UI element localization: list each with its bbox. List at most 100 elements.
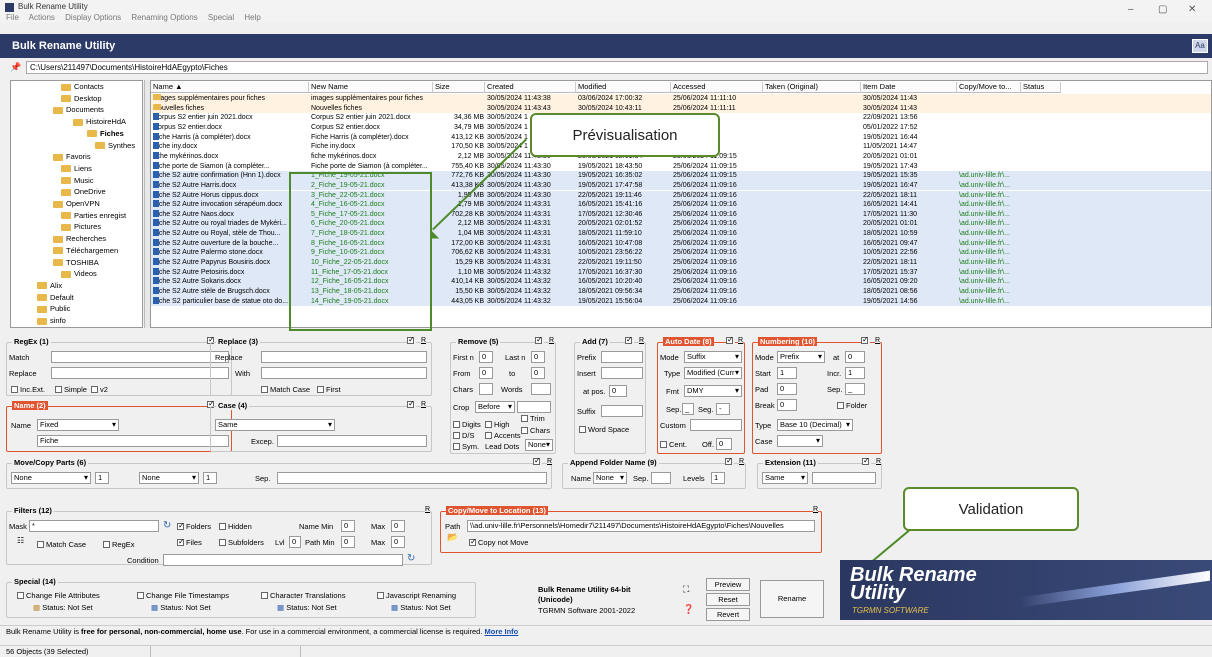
case-reset[interactable]: R (421, 401, 427, 408)
regex-v2-checkbox[interactable]: v2 (91, 385, 108, 394)
close-icon[interactable]: ✕ (1188, 4, 1196, 15)
numbering-reset[interactable]: R (875, 337, 881, 344)
tree-item[interactable]: Liens (61, 164, 92, 174)
remove-to-input[interactable]: 0 (531, 367, 545, 379)
menu-special[interactable]: Special (208, 13, 234, 22)
help-icon[interactable]: ❓ (683, 604, 694, 615)
remove-crop-select[interactable]: Before (475, 401, 515, 413)
appendfolder-levels-input[interactable]: 1 (711, 472, 725, 484)
tree-item[interactable]: Videos (61, 269, 97, 279)
autodate-seg-input[interactable]: - (716, 403, 730, 415)
movecopy-enable-checkbox[interactable] (533, 456, 542, 466)
remove-chars2-checkbox[interactable]: Chars (521, 426, 550, 435)
numbering-type-select[interactable]: Base 10 (Decimal) (777, 419, 853, 431)
copymove-folder-icon[interactable]: 📂 (447, 532, 458, 543)
menu-display-options[interactable]: Display Options (65, 13, 121, 22)
replace-first-checkbox[interactable]: First (317, 385, 341, 394)
autodate-sep-input[interactable]: _ (682, 403, 694, 415)
tree-item[interactable]: TOSHIBA (53, 258, 99, 268)
regex-simple-checkbox[interactable]: Simple (55, 385, 87, 394)
folder-tree[interactable]: Contacts Desktop Documents HistoireHdA Fiche… (10, 80, 143, 328)
copymove-copynotmove-checkbox[interactable]: Copy not Move (469, 537, 528, 547)
replace-with-input[interactable] (261, 367, 427, 379)
remove-crop-input[interactable] (517, 401, 551, 413)
rename-button[interactable]: Rename (760, 580, 824, 618)
movecopy-reset[interactable]: R (547, 458, 553, 465)
replace-enable-checkbox[interactable] (407, 335, 416, 345)
column-header[interactable]: Size (433, 82, 485, 93)
regex-replace-input[interactable] (51, 367, 229, 379)
column-header[interactable]: Name ▲ (151, 82, 309, 93)
name-value-input[interactable]: Fiche (37, 435, 229, 447)
tree-item[interactable]: Pictures (61, 222, 101, 232)
filters-namemin-input[interactable]: 0 (341, 520, 355, 532)
filters-regex-checkbox[interactable]: RegEx (103, 540, 135, 549)
menu-help[interactable]: Help (244, 13, 260, 22)
remove-ds-checkbox[interactable]: D/S (453, 431, 475, 440)
filters-pathmax-input[interactable]: 0 (391, 536, 405, 548)
tree-item[interactable]: Parties enregist (61, 211, 126, 221)
numbering-case-select[interactable] (777, 435, 823, 447)
replace-matchcase-checkbox[interactable]: Match Case (261, 385, 310, 394)
appendfolder-enable-checkbox[interactable] (725, 456, 734, 466)
filters-matchcase-checkbox[interactable]: Match Case (37, 540, 86, 549)
column-header[interactable]: Taken (Original) (763, 82, 861, 93)
tree-item[interactable]: Alix (37, 281, 62, 291)
table-row[interactable]: Nouvelles fiches Nouvelles fiches 30/05/20… (151, 103, 1211, 114)
revert-button[interactable]: Revert (706, 608, 750, 621)
case-enable-checkbox[interactable] (407, 399, 416, 409)
expand-icon[interactable]: ⛶ (683, 584, 689, 595)
remove-chars-input[interactable] (479, 383, 493, 395)
path-input[interactable]: C:\Users\211497\Documents\HistoireHdAEgy… (26, 61, 1208, 74)
column-header[interactable]: New Name (309, 82, 433, 93)
tree-item[interactable]: OneDrive (61, 187, 106, 197)
filters-hidden-checkbox[interactable]: Hidden (219, 522, 252, 531)
replace-input[interactable] (261, 351, 427, 363)
remove-sym-checkbox[interactable]: Sym. (453, 442, 479, 451)
pin-icon[interactable]: 📌 (10, 62, 21, 73)
movecopy-to-count[interactable]: 1 (203, 472, 217, 484)
tree-item[interactable]: Fiches (87, 129, 124, 139)
column-header[interactable]: Accessed (671, 82, 763, 93)
table-row[interactable]: images supplémentaires pour fiches images… (151, 94, 1211, 104)
extension-reset[interactable]: R (876, 458, 882, 465)
tree-item[interactable]: Documents (53, 105, 104, 115)
extension-enable-checkbox[interactable] (862, 456, 871, 466)
column-header[interactable]: Status (1021, 82, 1061, 93)
filters-condition-input[interactable] (163, 554, 403, 566)
autodate-fmt-select[interactable]: DMY (684, 385, 742, 397)
copymove-path-input[interactable]: \\ad.univ-lille.fr\Personnels\Homedir7\2… (467, 520, 815, 532)
filters-namemax-input[interactable]: 0 (391, 520, 405, 532)
movecopy-sep-input[interactable] (277, 472, 547, 484)
filters-lvl-input[interactable]: 0 (289, 536, 301, 548)
copymove-reset[interactable]: R (813, 506, 819, 513)
autodate-type-select[interactable]: Modified (Curr (684, 367, 742, 379)
add-reset[interactable]: R (639, 337, 645, 344)
menu-actions[interactable]: Actions (29, 13, 55, 22)
menu-renaming-options[interactable]: Renaming Options (131, 13, 197, 22)
regex-incext-checkbox[interactable]: Inc.Ext. (11, 385, 45, 394)
tree-item[interactable]: Desktop (61, 94, 102, 104)
column-header[interactable]: Modified (576, 82, 671, 93)
name-mode-select[interactable]: Fixed (37, 419, 119, 431)
column-header[interactable]: Item Date (861, 82, 957, 93)
add-wordspace-checkbox[interactable]: Word Space (579, 425, 629, 434)
minimize-icon[interactable]: – (1128, 4, 1134, 15)
preview-button[interactable]: Preview (706, 578, 750, 591)
filter-list-icon[interactable]: ☷ (17, 536, 24, 545)
tree-item[interactable]: Music (61, 176, 94, 186)
filters-pathmin-input[interactable]: 0 (341, 536, 355, 548)
tree-item[interactable]: OpenVPN (53, 199, 100, 209)
font-icon[interactable]: Aa (1192, 39, 1208, 53)
remove-words-input[interactable] (531, 383, 551, 395)
tree-item[interactable]: Téléchargemen (53, 246, 118, 256)
filters-folders-checkbox[interactable]: Folders (177, 521, 211, 531)
extension-select[interactable]: Same (762, 472, 808, 484)
more-info-link[interactable]: More Info (485, 627, 519, 636)
case-mode-select[interactable]: Same (215, 419, 335, 431)
refresh-icon[interactable]: ↻ (163, 520, 171, 531)
numbering-start-input[interactable]: 1 (777, 367, 797, 379)
remove-digits-checkbox[interactable]: Digits (453, 420, 481, 429)
numbering-enable-checkbox[interactable] (861, 335, 870, 345)
remove-firstn-input[interactable]: 0 (479, 351, 493, 363)
